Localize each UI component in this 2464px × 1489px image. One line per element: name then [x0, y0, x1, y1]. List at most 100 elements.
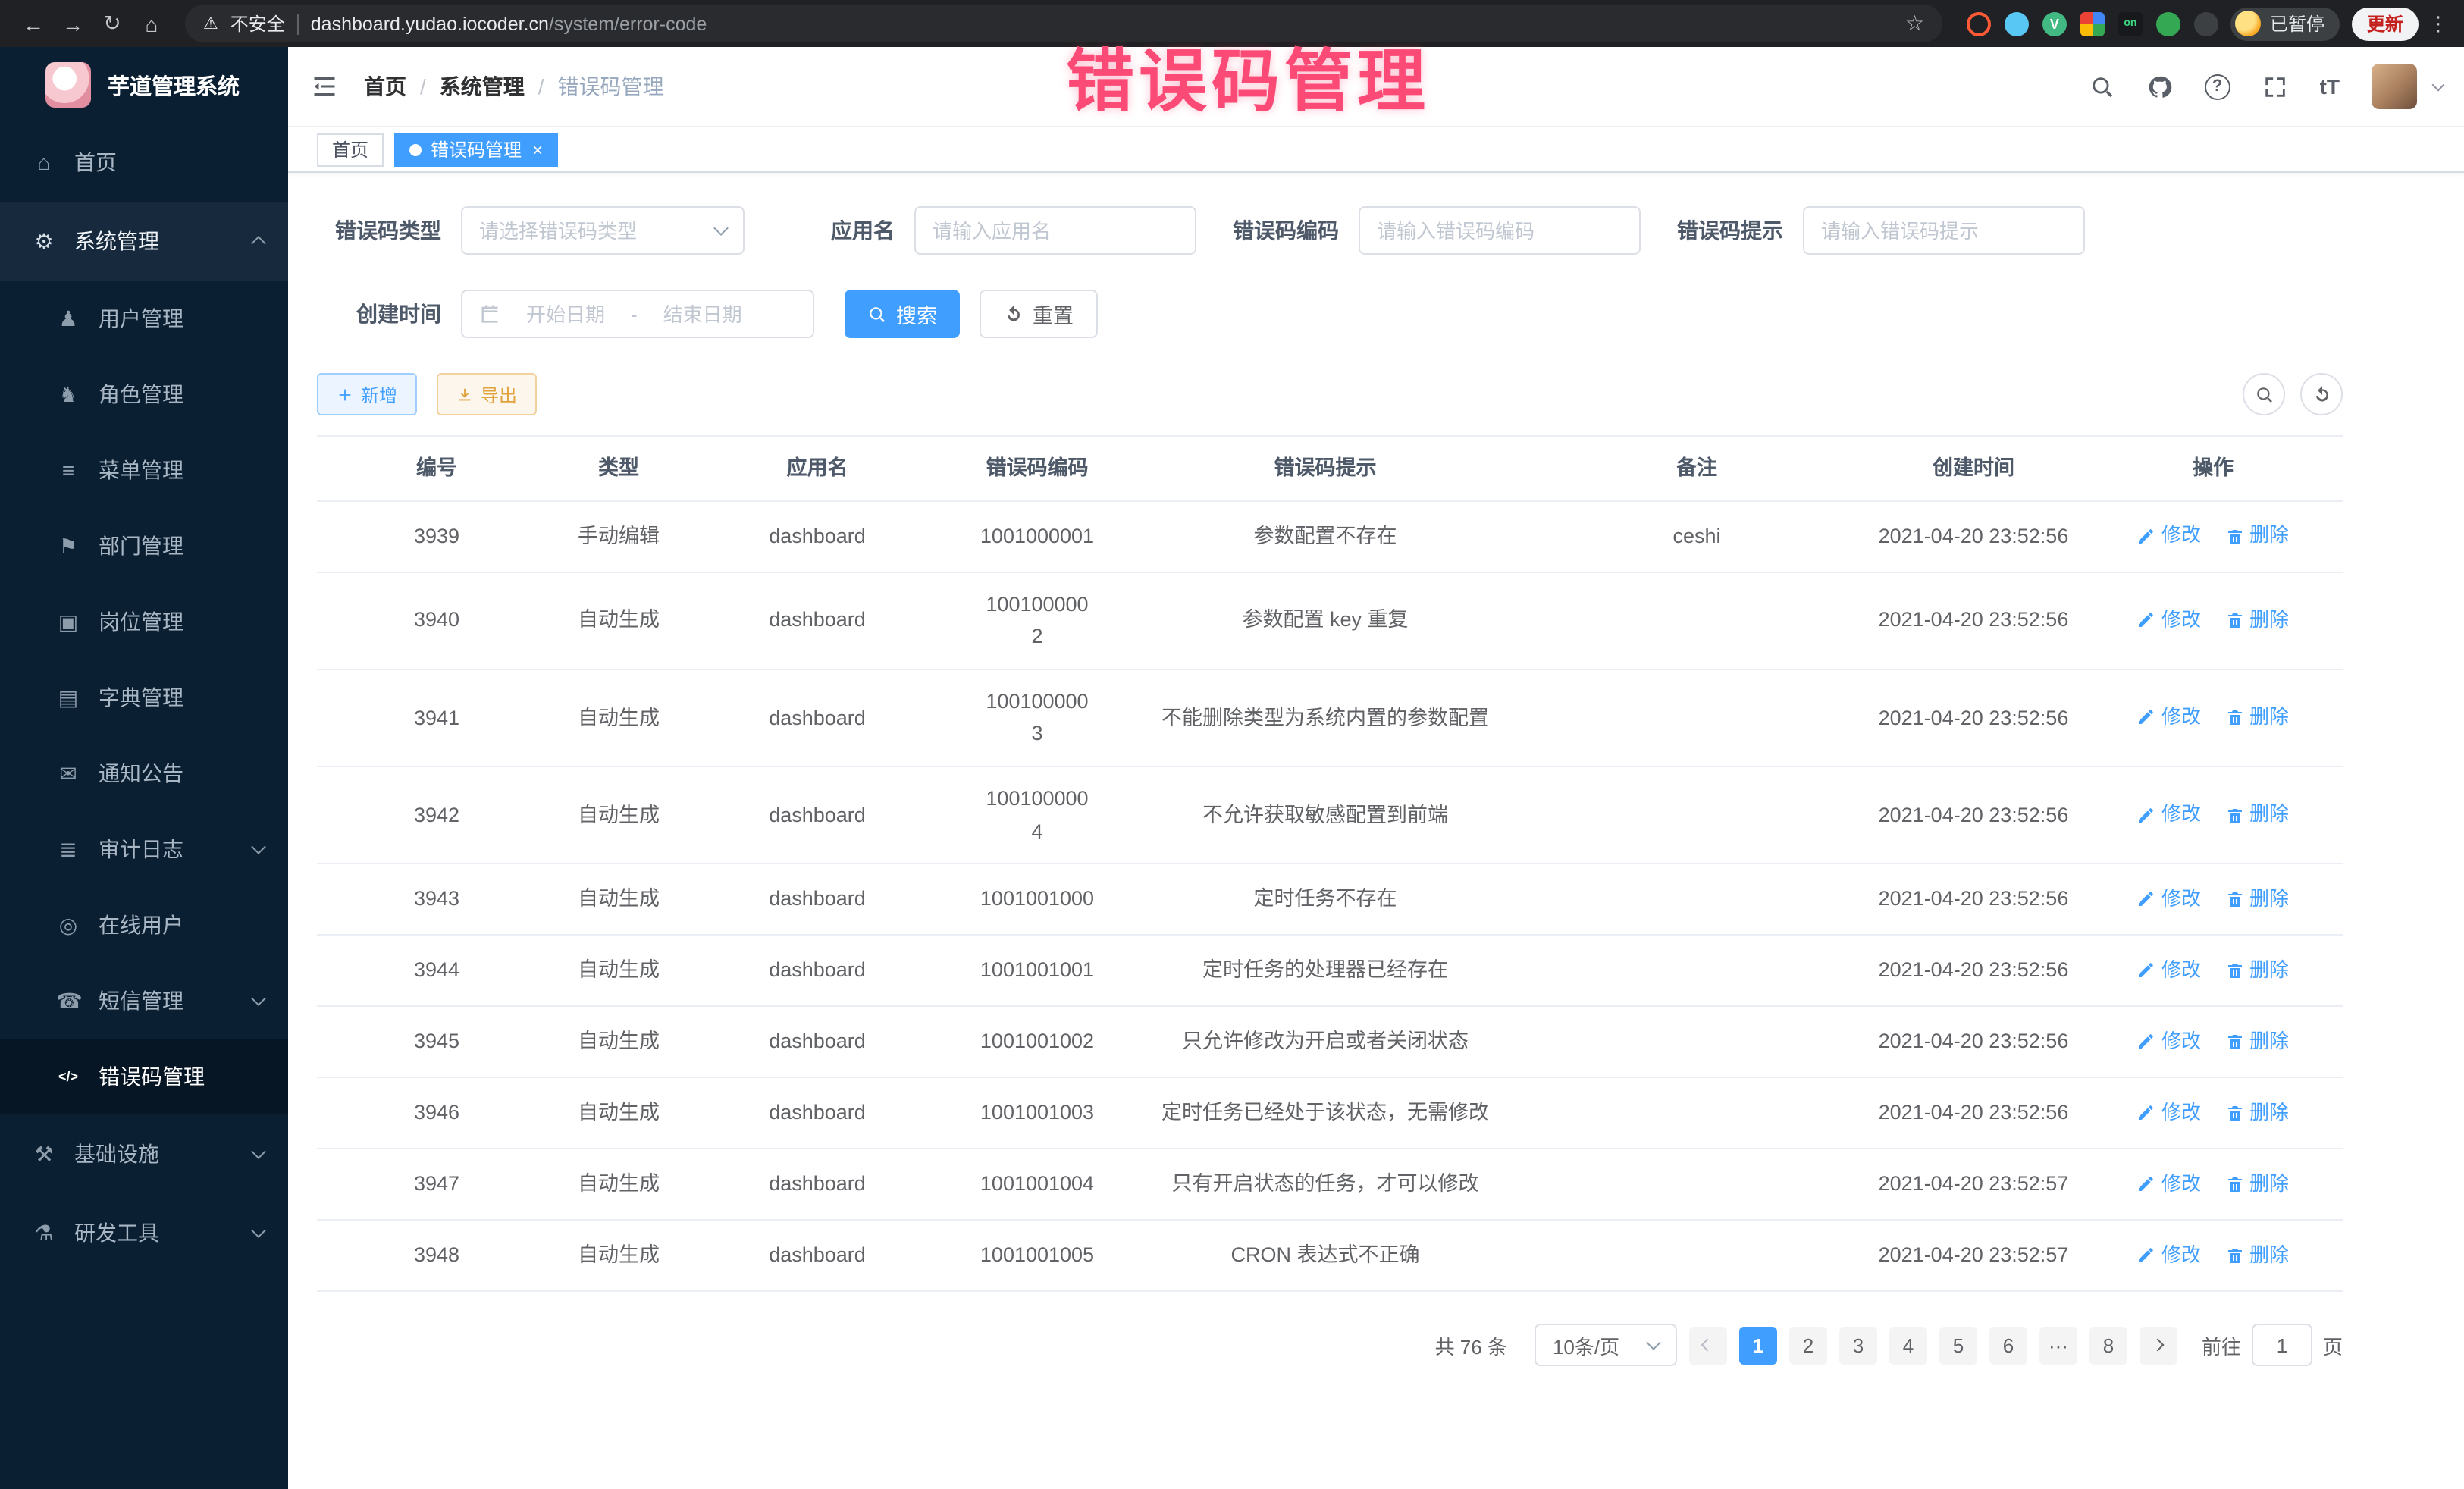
delete-link[interactable]: 删除: [2225, 799, 2289, 831]
more-pages-button[interactable]: ···: [2039, 1326, 2077, 1364]
vue-devtools-icon[interactable]: V: [2042, 11, 2067, 36]
error-code-field[interactable]: [1359, 206, 1641, 255]
prev-page-button[interactable]: [1689, 1326, 1727, 1364]
error-code-input[interactable]: [1377, 219, 1622, 242]
delete-link[interactable]: 删除: [2225, 702, 2289, 734]
menu-item-system[interactable]: ⚙ 系统管理: [0, 202, 288, 281]
error-type-select[interactable]: [461, 206, 745, 255]
menu-item-dept[interactable]: ⚑ 部门管理: [0, 508, 288, 584]
refresh-table-button[interactable]: [2300, 373, 2343, 415]
search-icon[interactable]: [2089, 74, 2115, 99]
error-hint-input[interactable]: [1821, 219, 2067, 242]
extension-icon[interactable]: [2005, 11, 2029, 36]
menu-item-notice[interactable]: ✉ 通知公告: [0, 735, 288, 811]
export-button[interactable]: 导出: [437, 373, 537, 415]
github-icon[interactable]: [2147, 74, 2173, 99]
sidebar-collapse-icon[interactable]: [311, 73, 338, 100]
breadcrumb-home[interactable]: 首页: [364, 71, 406, 102]
menu-item-home[interactable]: ⌂ 首页: [0, 123, 288, 202]
add-button[interactable]: 新增: [317, 373, 417, 415]
breadcrumb-system[interactable]: 系统管理: [440, 71, 525, 102]
browser-menu-icon[interactable]: ⋮: [2428, 11, 2449, 36]
edit-link[interactable]: 修改: [2137, 884, 2201, 916]
edit-link[interactable]: 修改: [2137, 799, 2201, 831]
page-button-8[interactable]: 8: [2089, 1326, 2127, 1364]
edit-link[interactable]: 修改: [2137, 955, 2201, 987]
delete-link[interactable]: 删除: [2225, 1169, 2289, 1201]
extension-icon[interactable]: [2156, 11, 2180, 36]
cell-code: 1001000001: [954, 505, 1121, 568]
browser-update-button[interactable]: 更新: [2352, 7, 2419, 40]
browser-home-icon[interactable]: ⌂: [133, 11, 170, 36]
user-avatar[interactable]: [2372, 64, 2417, 109]
page-size-select[interactable]: [1535, 1324, 1677, 1366]
address-bar[interactable]: ⚠ 不安全 dashboard.yudao.iocoder.cn/system/…: [185, 5, 1942, 42]
edit-link[interactable]: 修改: [2137, 1240, 2201, 1272]
menu-item-dict[interactable]: ▤ 字典管理: [0, 660, 288, 735]
page-button-4[interactable]: 4: [1889, 1326, 1927, 1364]
security-warning-icon[interactable]: ⚠: [203, 14, 218, 33]
extension-icon[interactable]: [2080, 11, 2105, 36]
back-icon[interactable]: ←: [15, 11, 52, 36]
error-type-select-input[interactable]: [479, 219, 707, 242]
page-button-5[interactable]: 5: [1939, 1326, 1977, 1364]
menu-item-infra[interactable]: ⚒ 基础设施: [0, 1114, 288, 1193]
edit-link[interactable]: 修改: [2137, 605, 2201, 637]
next-page-button[interactable]: [2140, 1326, 2177, 1364]
menu-item-sms[interactable]: ☎ 短信管理: [0, 963, 288, 1039]
edit-link[interactable]: 修改: [2137, 1027, 2201, 1058]
close-icon[interactable]: ×: [532, 140, 543, 158]
delete-link[interactable]: 删除: [2225, 1098, 2289, 1130]
delete-link[interactable]: 删除: [2225, 520, 2289, 552]
edit-link[interactable]: 修改: [2137, 520, 2201, 552]
page-size-value[interactable]: [1553, 1334, 1642, 1356]
start-date-input[interactable]: [509, 303, 622, 325]
extension-icon[interactable]: on: [2118, 11, 2143, 36]
avatar-caret-icon[interactable]: [2432, 78, 2445, 91]
menu-item-menu[interactable]: ≡ 菜单管理: [0, 432, 288, 508]
font-size-icon[interactable]: tT: [2320, 74, 2340, 99]
menu-item-post[interactable]: ▣ 岗位管理: [0, 584, 288, 660]
delete-link[interactable]: 删除: [2225, 1027, 2289, 1058]
goto-page-input[interactable]: [2252, 1324, 2312, 1366]
app-name-field[interactable]: [914, 206, 1196, 255]
page-button-3[interactable]: 3: [1839, 1326, 1877, 1364]
tab-home[interactable]: 首页: [317, 133, 384, 166]
menu-item-error-code[interactable]: </> 错误码管理: [0, 1039, 288, 1114]
page-button-6[interactable]: 6: [1989, 1326, 2027, 1364]
reset-button[interactable]: 重置: [980, 290, 1098, 338]
menu-item-role[interactable]: ♞ 角色管理: [0, 356, 288, 432]
page-button-2[interactable]: 2: [1789, 1326, 1827, 1364]
app-name-input[interactable]: [933, 219, 1178, 242]
extension-icon[interactable]: [1967, 11, 1991, 36]
tab-error-code[interactable]: 错误码管理 ×: [394, 133, 558, 166]
delete-link[interactable]: 删除: [2225, 605, 2289, 637]
menu-item-online-users[interactable]: ◎ 在线用户: [0, 887, 288, 963]
end-date-input[interactable]: [647, 303, 759, 325]
extension-icon[interactable]: [2194, 11, 2218, 36]
calendar-icon: [479, 303, 500, 324]
date-range-picker[interactable]: -: [461, 290, 814, 338]
delete-link[interactable]: 删除: [2225, 955, 2289, 987]
search-button[interactable]: 搜索: [845, 290, 960, 338]
profile-sync-paused-chip[interactable]: 已暂停: [2230, 7, 2340, 40]
reload-icon[interactable]: ↻: [94, 11, 130, 36]
menu-item-devtools[interactable]: ⚗ 研发工具: [0, 1193, 288, 1272]
cell-id: 3947: [317, 1153, 556, 1216]
filter-label-hint: 错误码提示: [1677, 215, 1783, 246]
page-button-1[interactable]: 1: [1739, 1326, 1777, 1364]
toggle-search-button[interactable]: [2243, 373, 2285, 415]
app-logo[interactable]: 芋道管理系统: [0, 47, 288, 123]
bookmark-star-icon[interactable]: ☆: [1905, 11, 1924, 36]
help-icon[interactable]: ?: [2205, 74, 2230, 99]
edit-link[interactable]: 修改: [2137, 702, 2201, 734]
delete-link[interactable]: 删除: [2225, 884, 2289, 916]
fullscreen-icon[interactable]: [2262, 74, 2288, 99]
menu-item-user[interactable]: ♟ 用户管理: [0, 281, 288, 356]
edit-link[interactable]: 修改: [2137, 1098, 2201, 1130]
delete-link[interactable]: 删除: [2225, 1240, 2289, 1272]
forward-icon[interactable]: →: [55, 11, 91, 36]
edit-link[interactable]: 修改: [2137, 1169, 2201, 1201]
menu-item-audit-log[interactable]: ≣ 审计日志: [0, 811, 288, 887]
error-hint-field[interactable]: [1803, 206, 2085, 255]
